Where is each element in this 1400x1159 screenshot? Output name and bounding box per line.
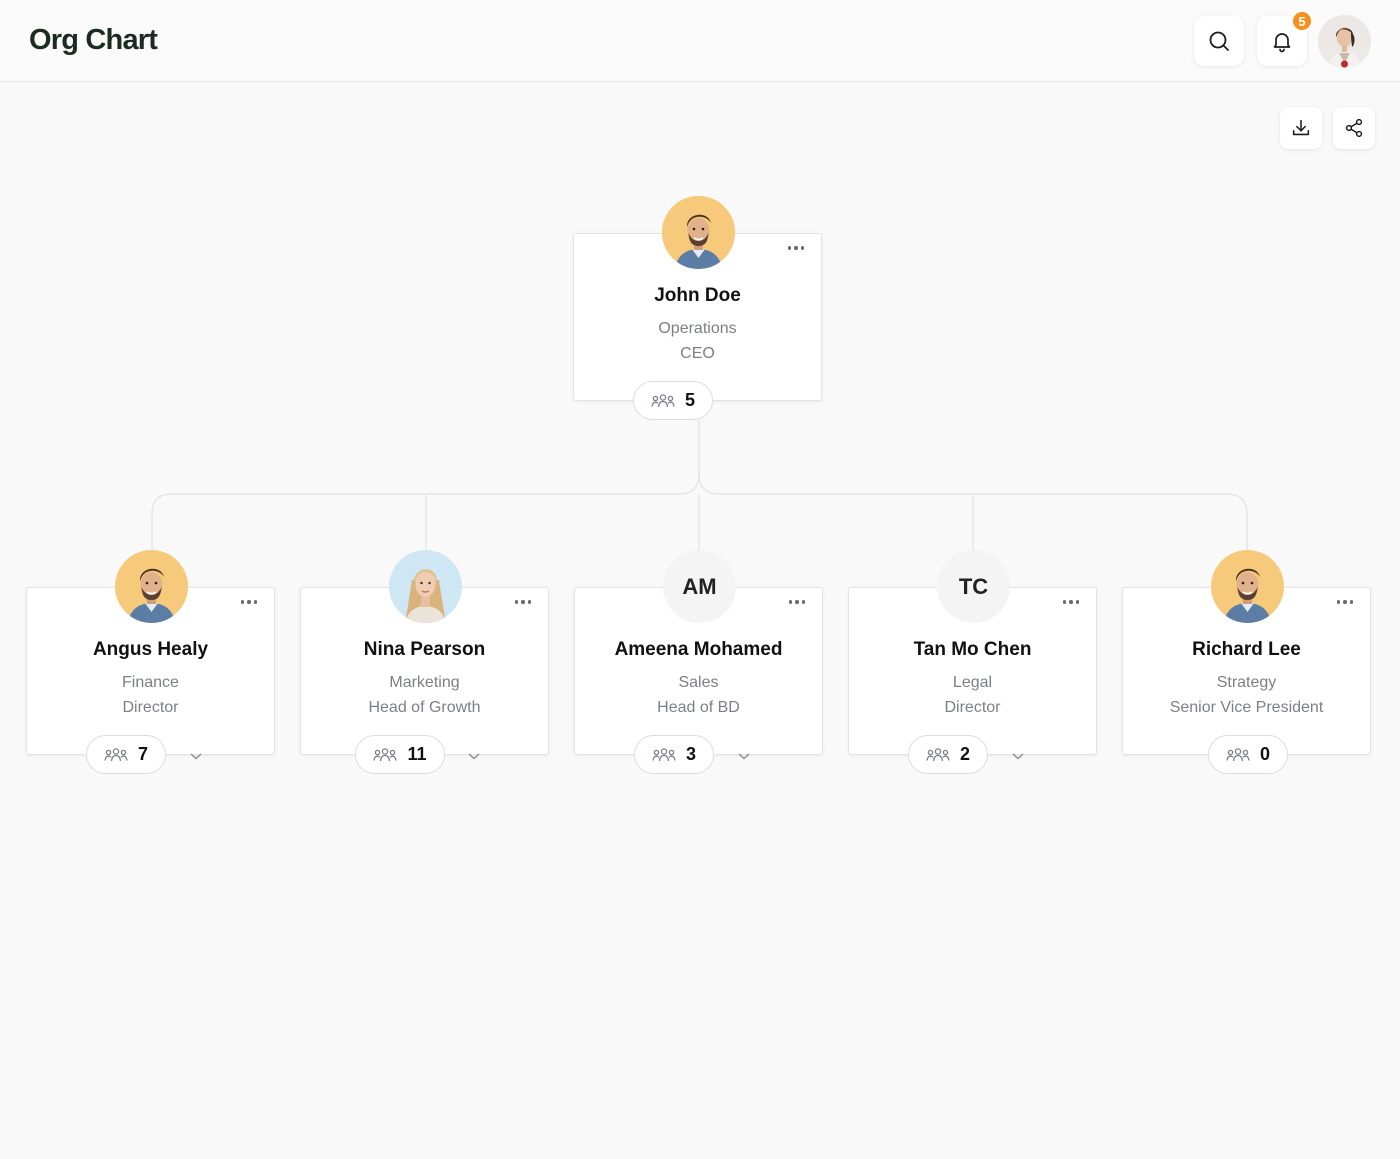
employee-role: Director <box>122 699 179 716</box>
expand-button[interactable] <box>188 748 204 764</box>
employee-name: Ameena Mohamed <box>614 639 783 660</box>
reports-count-button[interactable]: 5 <box>633 381 713 420</box>
reports-count: 2 <box>959 744 970 764</box>
expand-button[interactable] <box>466 748 482 764</box>
card-menu-button[interactable] <box>784 592 810 612</box>
more-icon <box>240 600 245 604</box>
search-icon <box>1209 31 1229 51</box>
employee-role: CEO <box>680 345 715 362</box>
reports-count: 0 <box>1259 744 1270 764</box>
employee-department: Marketing <box>389 674 460 691</box>
employee-role: Head of Growth <box>368 699 481 716</box>
expand-button[interactable] <box>1010 748 1026 764</box>
employee-name: John Doe <box>654 285 741 306</box>
more-icon <box>514 600 519 604</box>
expand-button[interactable] <box>736 748 752 764</box>
card-menu-button[interactable] <box>1332 592 1358 612</box>
reports-count: 11 <box>407 744 427 764</box>
employee-initials-avatar: AM <box>663 550 736 623</box>
reports-count-button[interactable]: 3 <box>634 735 714 774</box>
employee-department: Sales <box>678 674 719 691</box>
card-menu-button[interactable] <box>783 238 809 258</box>
reports-count-button[interactable]: 0 <box>1208 735 1288 774</box>
employee-role: Head of BD <box>657 699 740 716</box>
employee-department: Strategy <box>1216 674 1277 691</box>
employee-avatar <box>115 550 188 623</box>
employee-department: Operations <box>658 320 737 337</box>
notification-badge: 5 <box>1291 10 1313 32</box>
reports-count-button[interactable]: 7 <box>86 735 166 774</box>
reports-count-button[interactable]: 2 <box>908 735 988 774</box>
reports-count: 7 <box>137 744 148 764</box>
card-menu-button[interactable] <box>510 592 536 612</box>
user-avatar[interactable] <box>1318 15 1371 68</box>
employee-department: Legal <box>952 674 993 691</box>
employee-role: Senior Vice President <box>1169 699 1324 716</box>
share-icon <box>1345 118 1363 138</box>
team-icon <box>1226 747 1250 761</box>
team-icon <box>104 747 128 761</box>
employee-avatar <box>389 550 462 623</box>
top-bar: Org Chart <box>0 0 1400 82</box>
team-icon <box>373 747 398 761</box>
team-icon <box>926 747 950 761</box>
download-icon <box>1292 119 1310 136</box>
more-icon <box>787 246 792 250</box>
bell-icon <box>1273 33 1291 53</box>
employee-role: Director <box>944 699 1001 716</box>
employee-name: Angus Healy <box>92 639 209 660</box>
chevron-down-icon <box>1012 753 1024 760</box>
reports-count: 5 <box>684 390 695 410</box>
more-icon <box>1062 600 1067 604</box>
more-icon <box>1336 600 1341 604</box>
download-button[interactable] <box>1280 107 1322 149</box>
chevron-down-icon <box>738 753 750 760</box>
reports-count-button[interactable]: 11 <box>355 735 445 774</box>
chevron-down-icon <box>190 753 202 760</box>
card-menu-button[interactable] <box>1058 592 1084 612</box>
employee-initials-avatar: TC <box>937 550 1010 623</box>
chevron-down-icon <box>468 753 480 760</box>
employee-avatar <box>662 196 735 269</box>
employee-name: Nina Pearson <box>363 639 486 660</box>
team-icon <box>651 393 675 407</box>
employee-avatar <box>1211 550 1284 623</box>
team-icon <box>652 747 676 761</box>
app-logo[interactable]: Org Chart <box>29 24 158 57</box>
employee-name: Richard Lee <box>1192 639 1301 660</box>
employee-department: Finance <box>122 674 179 691</box>
employee-name: Tan Mo Chen <box>913 639 1032 660</box>
search-button[interactable] <box>1194 16 1244 66</box>
reports-count: 3 <box>685 744 696 764</box>
more-icon <box>788 600 793 604</box>
card-menu-button[interactable] <box>236 592 262 612</box>
share-button[interactable] <box>1333 107 1375 149</box>
